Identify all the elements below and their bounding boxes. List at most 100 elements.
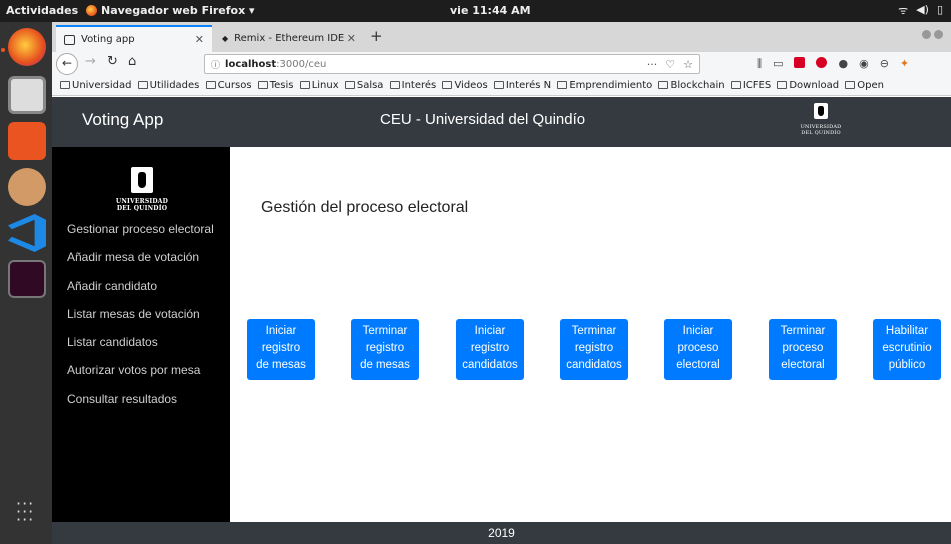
back-button[interactable]: ← (56, 53, 78, 75)
app-menu-label: Navegador web Firefox ▾ (101, 4, 255, 17)
close-window-icon[interactable] (934, 30, 943, 39)
logo-text-line2: DEL QUINDÍO (116, 205, 168, 212)
bookmark-folder[interactable]: Utilidades (137, 76, 199, 95)
sidebar-item-listar-mesas[interactable]: Listar mesas de votación (67, 306, 214, 334)
sidebar-menu: Gestionar proceso electoral Añadir mesa … (67, 221, 214, 419)
account-icon[interactable]: ⊖ (880, 57, 889, 71)
metamask-icon[interactable]: ✦ (900, 57, 909, 71)
volume-icon: ◀) (916, 3, 929, 16)
sidebar-item-gestionar-proceso[interactable]: Gestionar proceso electoral (67, 221, 214, 249)
app-dock-icon[interactable] (8, 168, 46, 206)
bookmark-folder[interactable]: Universidad (60, 76, 131, 95)
close-tab-icon[interactable]: ✕ (347, 32, 356, 45)
clock[interactable]: vie 11:44 AM (450, 4, 531, 17)
home-button[interactable]: ⌂ (128, 54, 136, 69)
firefox-icon (86, 5, 97, 16)
tab-remix[interactable]: ◆ Remix - Ethereum IDE ✕ (214, 25, 364, 52)
folder-icon (205, 81, 216, 89)
close-tab-icon[interactable]: ✕ (195, 33, 204, 46)
power-icon: ▯ (936, 3, 943, 16)
reload-button[interactable]: ↻ (107, 54, 118, 69)
bookmark-folder[interactable]: ICFES (730, 76, 771, 95)
folder-icon (299, 81, 310, 89)
folder-icon (730, 81, 741, 89)
end-table-registration-button[interactable]: Terminar registro de mesas (351, 319, 419, 380)
bookmark-folder[interactable]: Tesis (257, 76, 294, 95)
bookmark-folder[interactable]: Videos (442, 76, 488, 95)
files-dock-icon[interactable] (8, 76, 46, 114)
firefox-window: Voting app ✕ ◆ Remix - Ethereum IDE ✕ + … (52, 22, 951, 544)
logo-text-line2: DEL QUINDÍO (801, 130, 841, 136)
new-tab-icon[interactable]: + (370, 27, 383, 45)
tab-label: Voting app (81, 34, 135, 45)
folder-icon (493, 81, 504, 89)
bookmark-folder[interactable]: Cursos (205, 76, 252, 95)
bookmark-folder[interactable]: Download (777, 76, 839, 95)
extension-icon[interactable]: ◉ (859, 57, 869, 71)
bookmark-folder[interactable]: Emprendimiento (557, 76, 652, 95)
page-title: CEU - Universidad del Quindío (380, 111, 586, 128)
sidebar-item-listar-candidatos[interactable]: Listar candidatos (67, 334, 214, 362)
activities-button[interactable]: Actividades (6, 4, 78, 17)
sidebar-item-autorizar-votos[interactable]: Autorizar votos por mesa (67, 362, 214, 390)
app-menu[interactable]: Navegador web Firefox ▾ (86, 4, 255, 17)
running-indicator (1, 48, 5, 52)
university-logo: UNIVERSIDAD DEL QUINDÍO (800, 103, 842, 136)
sidebar-item-anadir-mesa[interactable]: Añadir mesa de votación (67, 249, 214, 277)
system-tray[interactable]: ᯤ ◀) ▯ (898, 3, 943, 18)
software-center-dock-icon[interactable] (8, 122, 46, 160)
folder-icon (257, 81, 268, 89)
sidebar: UNIVERSIDAD DEL QUINDÍO Gestionar proces… (52, 147, 230, 522)
bookmarks-toolbar: Universidad Utilidades Cursos Tesis Linu… (52, 76, 951, 96)
page-actions-icon[interactable]: ··· (647, 58, 658, 71)
minimize-icon[interactable] (922, 30, 931, 39)
folder-icon (658, 81, 669, 89)
brand-link[interactable]: Voting App (82, 110, 163, 130)
end-candidate-registration-button[interactable]: Terminar registro candidatos (560, 319, 628, 380)
extension-icon[interactable] (794, 57, 806, 68)
tab-voting-app[interactable]: Voting app ✕ (56, 25, 212, 52)
dock: ··· ··· ··· (0, 22, 52, 544)
start-table-registration-button[interactable]: Iniciar registro de mesas (247, 319, 315, 380)
start-candidate-registration-button[interactable]: Iniciar registro candidatos (456, 319, 524, 380)
bookmark-folder[interactable]: Blockchain (658, 76, 725, 95)
tab-label: Remix - Ethereum IDE (234, 33, 345, 44)
sidebar-item-consultar-resultados[interactable]: Consultar resultados (67, 391, 214, 419)
bookmark-folder[interactable]: Interés (389, 76, 436, 95)
firefox-dock-icon[interactable] (8, 28, 46, 66)
web-page: Voting App CEU - Universidad del Quindío… (52, 97, 951, 544)
pocket-icon[interactable]: ♡ (665, 58, 675, 71)
vscode-dock-icon[interactable] (8, 214, 46, 252)
url-bar[interactable]: ⓘ localhost :3000/ceu ··· ♡ ☆ (204, 54, 700, 74)
section-heading: Gestión del proceso electoral (261, 199, 469, 216)
bookmark-folder[interactable]: Linux (299, 76, 339, 95)
folder-icon (137, 81, 148, 89)
show-apps-icon[interactable]: ··· ··· ··· (16, 496, 34, 528)
folder-icon (777, 81, 788, 89)
adblock-icon[interactable] (816, 57, 828, 68)
shield-icon (131, 167, 153, 193)
start-electoral-process-button[interactable]: Iniciar proceso electoral (664, 319, 732, 380)
toolbar-icons: ⫼ ▭ ● ◉ ⊖ ✦ (757, 57, 909, 71)
terminal-dock-icon[interactable] (8, 260, 46, 298)
bookmark-folder[interactable]: Salsa (344, 76, 383, 95)
sidebar-university-logo: UNIVERSIDAD DEL QUINDÍO (112, 167, 172, 212)
sidebar-item-anadir-candidato[interactable]: Añadir candidato (67, 278, 214, 306)
info-icon[interactable]: ⓘ (211, 58, 220, 71)
bookmark-folder[interactable]: Interés N (493, 76, 551, 95)
bookmark-star-icon[interactable]: ☆ (683, 58, 693, 71)
window-controls[interactable] (922, 30, 943, 39)
bookmark-folder[interactable]: Open (845, 76, 884, 95)
main-content: Gestión del proceso electoral Iniciar reg… (230, 147, 951, 522)
end-electoral-process-button[interactable]: Terminar proceso electoral (769, 319, 837, 380)
sidebar-icon[interactable]: ▭ (773, 57, 783, 71)
enable-public-count-button[interactable]: Habilitar escrutinio público (873, 319, 941, 380)
page-icon (64, 34, 75, 45)
extension-icon[interactable]: ● (838, 57, 848, 71)
forward-button[interactable]: → (85, 54, 96, 69)
folder-icon (557, 81, 568, 89)
library-icon[interactable]: ⫼ (757, 57, 762, 71)
tab-strip: Voting app ✕ ◆ Remix - Ethereum IDE ✕ + (52, 22, 951, 52)
folder-icon (344, 81, 355, 89)
system-top-bar: Actividades Navegador web Firefox ▾ vie … (0, 0, 951, 22)
